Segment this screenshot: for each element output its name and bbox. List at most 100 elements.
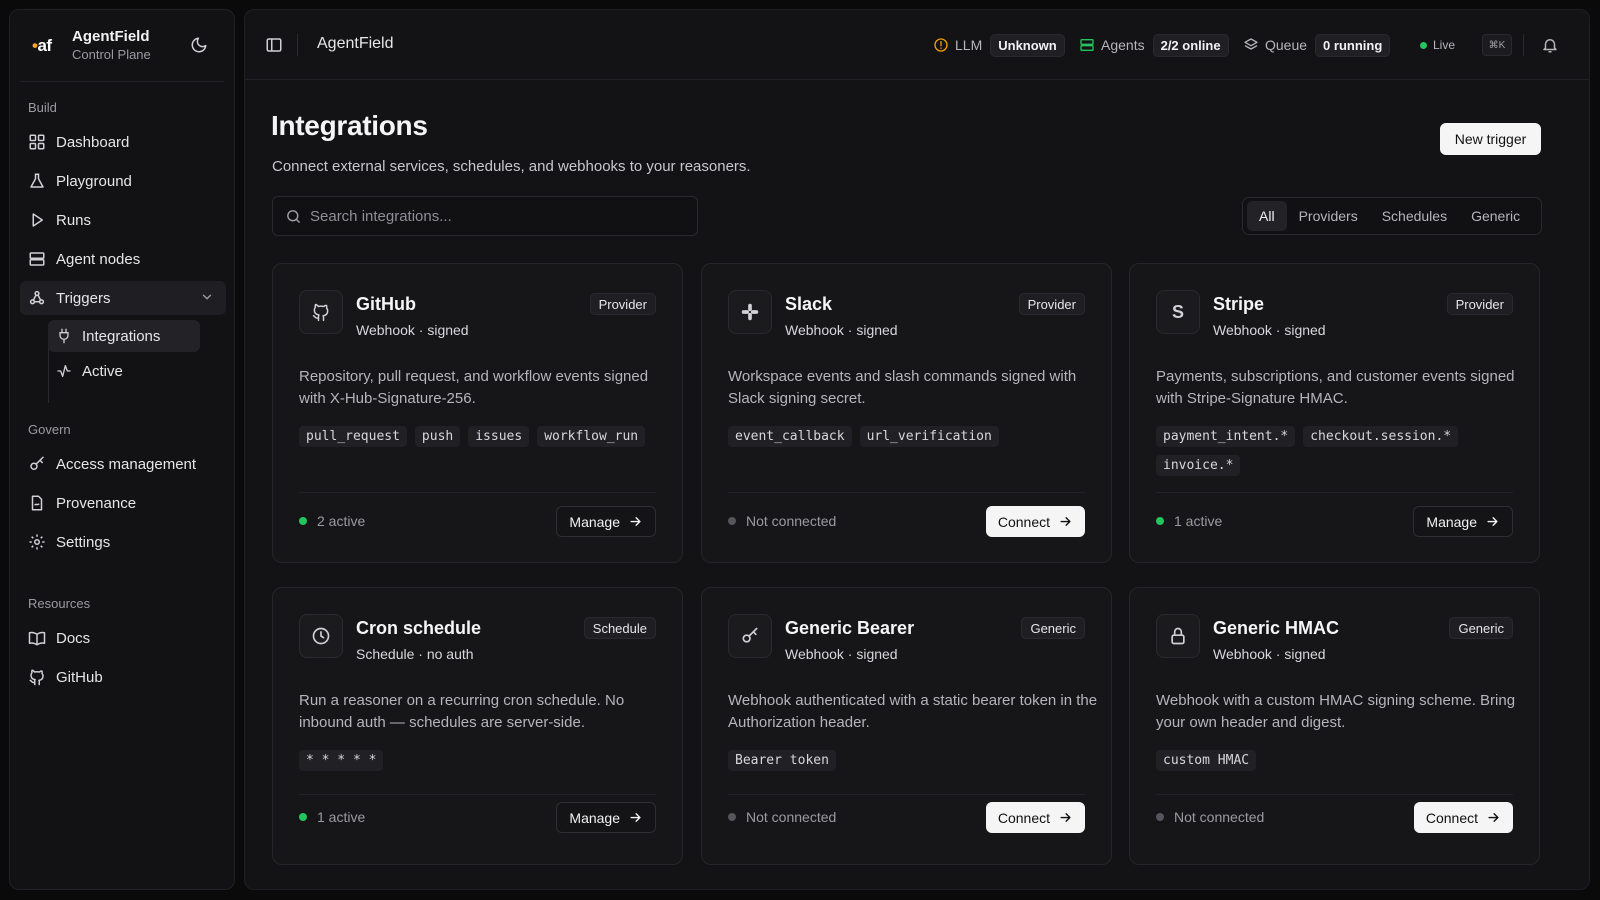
file-signature-icon	[28, 494, 46, 512]
status-dot	[1156, 517, 1164, 525]
sidebar-item-label: Docs	[56, 629, 91, 647]
sidebar-item-github[interactable]: GitHub	[20, 660, 226, 694]
event-tag: custom HMAC	[1156, 750, 1257, 771]
integration-status: Not connected	[728, 513, 836, 529]
filter-tab-all[interactable]: All	[1247, 201, 1287, 231]
arrow-right-icon	[1058, 514, 1073, 529]
key-icon	[728, 614, 772, 658]
bell-icon[interactable]	[1541, 36, 1559, 54]
live-label: Live	[1433, 38, 1456, 52]
filter-tab-providers[interactable]: Providers	[1287, 201, 1370, 231]
sidebar-item-playground[interactable]: Playground	[20, 164, 226, 198]
page-title: Integrations	[271, 110, 428, 141]
sidebar-item-triggers[interactable]: Triggers	[20, 281, 226, 315]
agents-value: 2/2 online	[1152, 33, 1229, 57]
stripe-icon: S	[1156, 290, 1200, 334]
play-icon	[28, 211, 46, 229]
activity-icon	[56, 363, 72, 379]
event-tags: custom HMAC	[1156, 750, 1526, 771]
connect-button[interactable]: Connect	[985, 506, 1085, 537]
integration-status: Not connected	[728, 809, 836, 825]
integration-badge: Generic	[1021, 617, 1085, 639]
card-divider	[728, 492, 1085, 493]
topbar-divider	[297, 34, 298, 56]
section-label-govern: Govern	[28, 422, 71, 437]
integration-badge: Provider	[589, 293, 656, 315]
llm-label: LLM	[955, 37, 983, 53]
gear-icon	[28, 533, 46, 551]
manage-button[interactable]: Manage	[1413, 506, 1513, 537]
sidebar-item-dashboard[interactable]: Dashboard	[20, 125, 226, 159]
new-trigger-button[interactable]: New trigger	[1440, 123, 1541, 155]
filter-tab-schedules[interactable]: Schedules	[1370, 201, 1459, 231]
sidebar-item-runs[interactable]: Runs	[20, 203, 226, 237]
arrow-right-icon	[628, 810, 643, 825]
sidebar-item-integrations[interactable]: Integrations	[48, 320, 200, 352]
event-tags: payment_intent.* checkout.session.* invo…	[1156, 426, 1526, 476]
theme-toggle-moon-icon[interactable]	[190, 36, 208, 54]
flask-icon	[28, 172, 46, 190]
event-tag: event_callback	[728, 426, 852, 447]
sidebar-item-active[interactable]: Active	[48, 355, 200, 387]
button-label: Manage	[569, 513, 620, 530]
sidebar-item-label: Active	[82, 362, 123, 380]
brand-logo[interactable]: •af	[32, 36, 52, 56]
status-text: Not connected	[1174, 809, 1265, 825]
button-label: Connect	[1425, 809, 1478, 826]
agents-status[interactable]: Agents 2/2 online	[1079, 32, 1229, 58]
sidebar-item-label: Playground	[56, 172, 132, 190]
event-tag: checkout.session.*	[1303, 426, 1459, 447]
sidebar-item-access-management[interactable]: Access management	[20, 447, 226, 481]
search-input[interactable]	[310, 207, 670, 225]
integration-description: Payments, subscriptions, and customer ev…	[1156, 368, 1515, 407]
command-palette-shortcut[interactable]: ⌘K	[1482, 34, 1512, 56]
queue-label: Queue	[1265, 37, 1308, 53]
sidebar-item-label: Integrations	[82, 327, 161, 345]
filter-tab-generic[interactable]: Generic	[1459, 201, 1532, 231]
integration-status: Not connected	[1156, 809, 1264, 825]
sidebar-item-docs[interactable]: Docs	[20, 621, 226, 655]
chevron-down-icon[interactable]	[200, 290, 214, 304]
sidebar-item-agent-nodes[interactable]: Agent nodes	[20, 242, 226, 276]
integration-badge: Schedule	[583, 617, 656, 639]
manage-button[interactable]: Manage	[556, 802, 656, 833]
card-divider	[1156, 492, 1513, 493]
button-label: Connect	[997, 809, 1050, 826]
integration-name: Cron schedule	[356, 618, 482, 638]
live-dot	[1420, 41, 1427, 49]
integration-name: Generic Bearer	[785, 618, 915, 638]
agents-label: Agents	[1101, 37, 1145, 53]
event-tag: payment_intent.*	[1156, 426, 1296, 447]
search-box	[272, 196, 698, 236]
status-dot	[299, 517, 307, 525]
queue-status[interactable]: Queue 0 running	[1243, 32, 1391, 58]
integration-card-slack: Slack Webhook · signed Provider Workspac…	[701, 263, 1112, 563]
sidebar-item-provenance[interactable]: Provenance	[20, 486, 226, 520]
page-subtitle: Connect external services, schedules, an…	[272, 158, 751, 175]
section-label-build: Build	[28, 100, 57, 115]
event-tags: pull_request push issues workflow_run	[299, 426, 669, 447]
sidebar-item-settings[interactable]: Settings	[20, 525, 226, 559]
sidebar-item-label: Access management	[56, 455, 197, 473]
integration-card-generic-hmac: Generic HMAC Webhook · signed Generic We…	[1129, 587, 1540, 865]
brand-header: •af AgentField Control Plane	[20, 10, 224, 82]
queue-value: 0 running	[1315, 33, 1391, 57]
sidebar-item-label: Dashboard	[56, 133, 130, 151]
filter-tabs: All Providers Schedules Generic	[1242, 197, 1542, 235]
warning-circle-icon	[933, 37, 949, 53]
sidebar-item-label: Triggers	[56, 289, 111, 307]
event-tag: Bearer token	[728, 750, 836, 771]
app: •af AgentField Control Plane Build Dashb…	[0, 0, 1600, 900]
connect-button[interactable]: Connect	[985, 802, 1085, 833]
button-label: Manage	[1426, 513, 1477, 530]
sidebar-toggle-icon[interactable]	[265, 36, 283, 54]
server-icon	[1079, 37, 1095, 53]
manage-button[interactable]: Manage	[556, 506, 656, 537]
connect-button[interactable]: Connect	[1413, 802, 1513, 833]
integration-badge: Generic	[1449, 617, 1513, 639]
llm-status[interactable]: LLM Unknown	[933, 32, 1065, 58]
event-tag: issues	[468, 426, 530, 447]
main-panel: AgentField LLM Unknown Agents 2/2 online…	[244, 9, 1590, 890]
integration-card-generic-bearer: Generic Bearer Webhook · signed Generic …	[701, 587, 1112, 865]
sidebar-item-label: GitHub	[56, 668, 103, 686]
